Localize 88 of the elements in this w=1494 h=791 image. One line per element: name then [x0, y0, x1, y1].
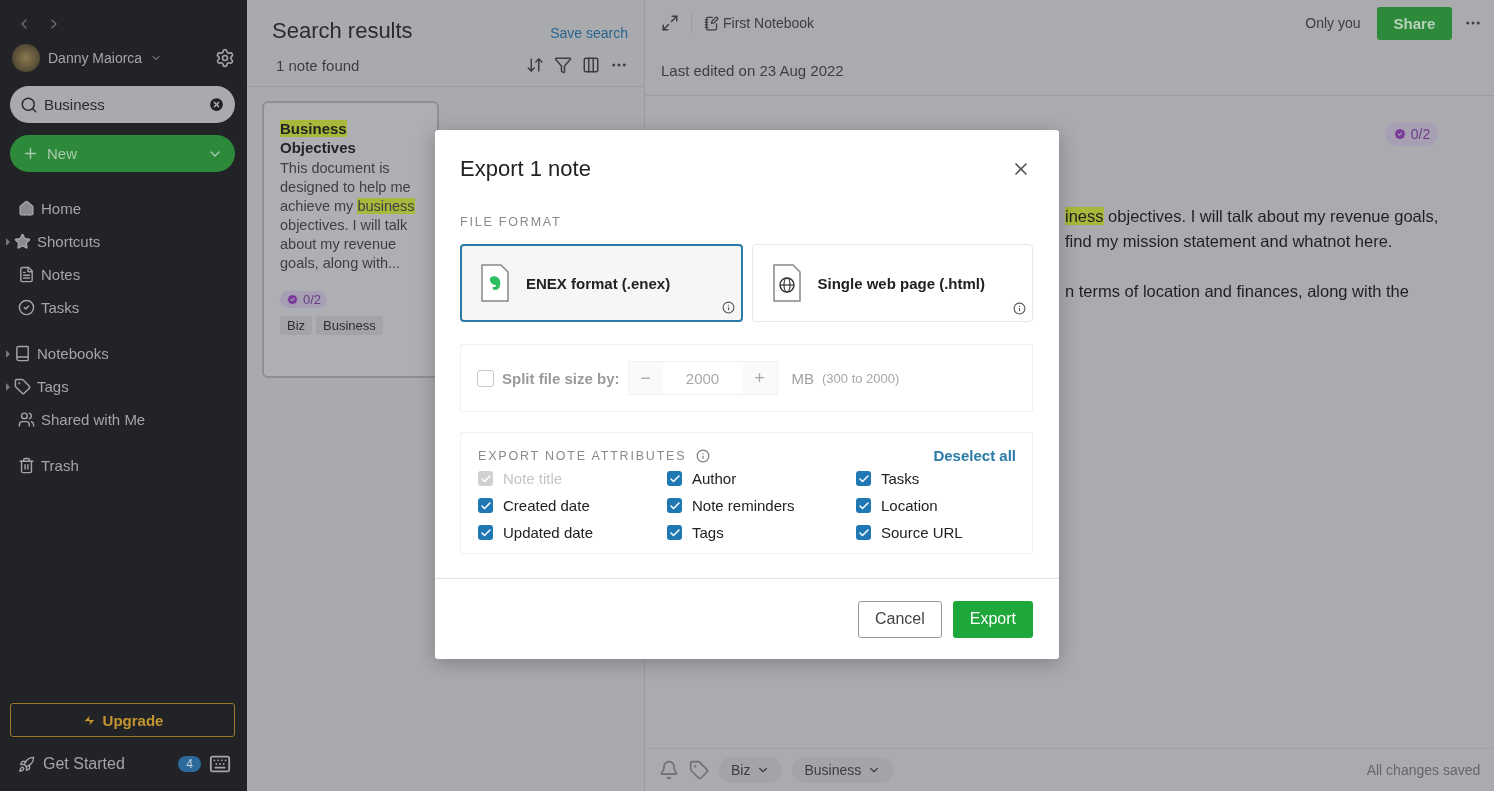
deselect-all-link[interactable]: Deselect all: [933, 447, 1016, 464]
search-icon: [20, 95, 38, 114]
keyboard-icon[interactable]: [209, 753, 231, 775]
tag-chip[interactable]: Biz: [280, 316, 313, 335]
checkbox[interactable]: [478, 525, 493, 540]
globe-file-icon: [771, 264, 802, 302]
task-count-badge: 0/2: [280, 291, 328, 308]
note-card[interactable]: Business Objectives This document is designed to help me achieve my business objectives. I will talk about my revenue goals, along with... 0/2 Biz Business: [262, 101, 439, 378]
checkbox-label: Location: [881, 497, 938, 514]
sidebar-item[interactable]: Tags: [37, 378, 69, 395]
note-text-line: iness objectives. I will talk about my revenue goals,: [1065, 206, 1439, 227]
checkbox[interactable]: [667, 498, 682, 513]
avatar[interactable]: [12, 44, 40, 72]
sidebar-item[interactable]: Home: [41, 200, 81, 217]
checkbox[interactable]: [856, 525, 871, 540]
checkbox-label: Note title: [503, 470, 563, 487]
expand-icon[interactable]: [661, 14, 679, 32]
checkbox-label: Tasks: [881, 470, 920, 487]
checkbox-label: Author: [692, 470, 737, 487]
sort-icon[interactable]: [526, 56, 544, 74]
notebook-link[interactable]: First Notebook: [723, 15, 815, 31]
range-hint: (300 to 2000): [822, 370, 900, 386]
trash-icon: [18, 457, 35, 474]
sidebar-item[interactable]: Notes: [41, 266, 81, 283]
star-icon: [14, 233, 31, 250]
tag-chip[interactable]: Business: [316, 316, 383, 335]
count-badge: 4: [178, 756, 201, 772]
checkbox-label: Note reminders: [692, 497, 795, 514]
search-field[interactable]: Business: [44, 96, 202, 113]
tag-chip[interactable]: Business: [792, 757, 894, 783]
lightning-icon: [81, 712, 97, 728]
checkbox[interactable]: [478, 498, 493, 513]
tag-chip[interactable]: Biz: [719, 757, 783, 783]
sidebar-item[interactable]: Trash: [41, 457, 79, 474]
checkbox-label: Source URL: [881, 524, 963, 541]
sidebar-item[interactable]: Shortcuts: [37, 233, 101, 250]
home-icon: [18, 200, 35, 217]
clear-icon[interactable]: [208, 96, 225, 113]
checkbox-label: Updated date: [503, 524, 594, 541]
settings-icon[interactable]: [215, 48, 235, 68]
search-box[interactable]: Business: [10, 86, 235, 123]
note-text-line: n terms of location and finances, along with the: [1065, 281, 1410, 302]
format-option[interactable]: ENEX format (.enex): [460, 244, 743, 322]
export-button[interactable]: Export: [952, 600, 1033, 638]
filter-icon[interactable]: [554, 56, 572, 74]
user-name[interactable]: Danny Maiorca: [48, 50, 143, 66]
checkbox[interactable]: [856, 471, 871, 486]
task-count-badge: 0/2: [1384, 122, 1439, 146]
cancel-button[interactable]: Cancel: [857, 600, 942, 638]
info-icon[interactable]: [1013, 302, 1026, 315]
note-snippet: This document is designed to help me achieve my business objectives. I will talk about my revenue goals, along with...: [280, 159, 416, 273]
expand-caret-icon[interactable]: [6, 237, 10, 246]
checkbox[interactable]: [856, 498, 871, 513]
last-edited-text: Last edited on 23 Aug 2022: [645, 46, 1494, 96]
split-label: Split file size by:: [502, 369, 620, 387]
rocket-icon: [18, 755, 35, 773]
section-label: EXPORT NOTE ATTRIBUTES: [478, 448, 687, 463]
people-icon: [18, 411, 35, 428]
checkbox[interactable]: [667, 525, 682, 540]
section-label: FILE FORMAT: [460, 215, 562, 229]
list-title: Search results: [272, 18, 413, 44]
tag-icon: [14, 378, 31, 395]
info-icon[interactable]: [696, 448, 711, 463]
save-status: All changes saved: [1366, 762, 1481, 778]
checkbox-label: Tags: [692, 524, 724, 541]
view-icon[interactable]: [582, 56, 600, 74]
check-circle-icon: [18, 299, 35, 316]
unit-label: MB: [791, 369, 815, 387]
upgrade-button[interactable]: Upgrade: [10, 703, 235, 737]
expand-caret-icon[interactable]: [6, 382, 10, 391]
note-title: Business Objectives: [280, 119, 357, 157]
sidebar-item[interactable]: Tasks: [41, 299, 80, 316]
checkbox-label: Created date: [503, 497, 590, 514]
dialog-title: Export 1 note: [460, 156, 591, 182]
note-count: 1 note found: [276, 56, 361, 74]
expand-caret-icon[interactable]: [6, 349, 10, 358]
info-icon[interactable]: [721, 301, 735, 314]
sidebar-item[interactable]: Notebooks: [37, 345, 109, 362]
sharing-status: Only you: [1305, 15, 1361, 31]
get-started-link[interactable]: Get Started: [43, 755, 171, 773]
note-icon: [18, 266, 35, 283]
notebook-icon: [14, 345, 31, 362]
format-option[interactable]: Single web page (.html): [751, 244, 1033, 322]
note-text-line: find my mission statement and whatnot here.: [1065, 231, 1394, 252]
sidebar-item[interactable]: Shared with Me: [41, 411, 146, 428]
notebook-icon: [704, 15, 719, 31]
plus-icon: [22, 145, 39, 162]
checkbox[interactable]: [667, 471, 682, 486]
